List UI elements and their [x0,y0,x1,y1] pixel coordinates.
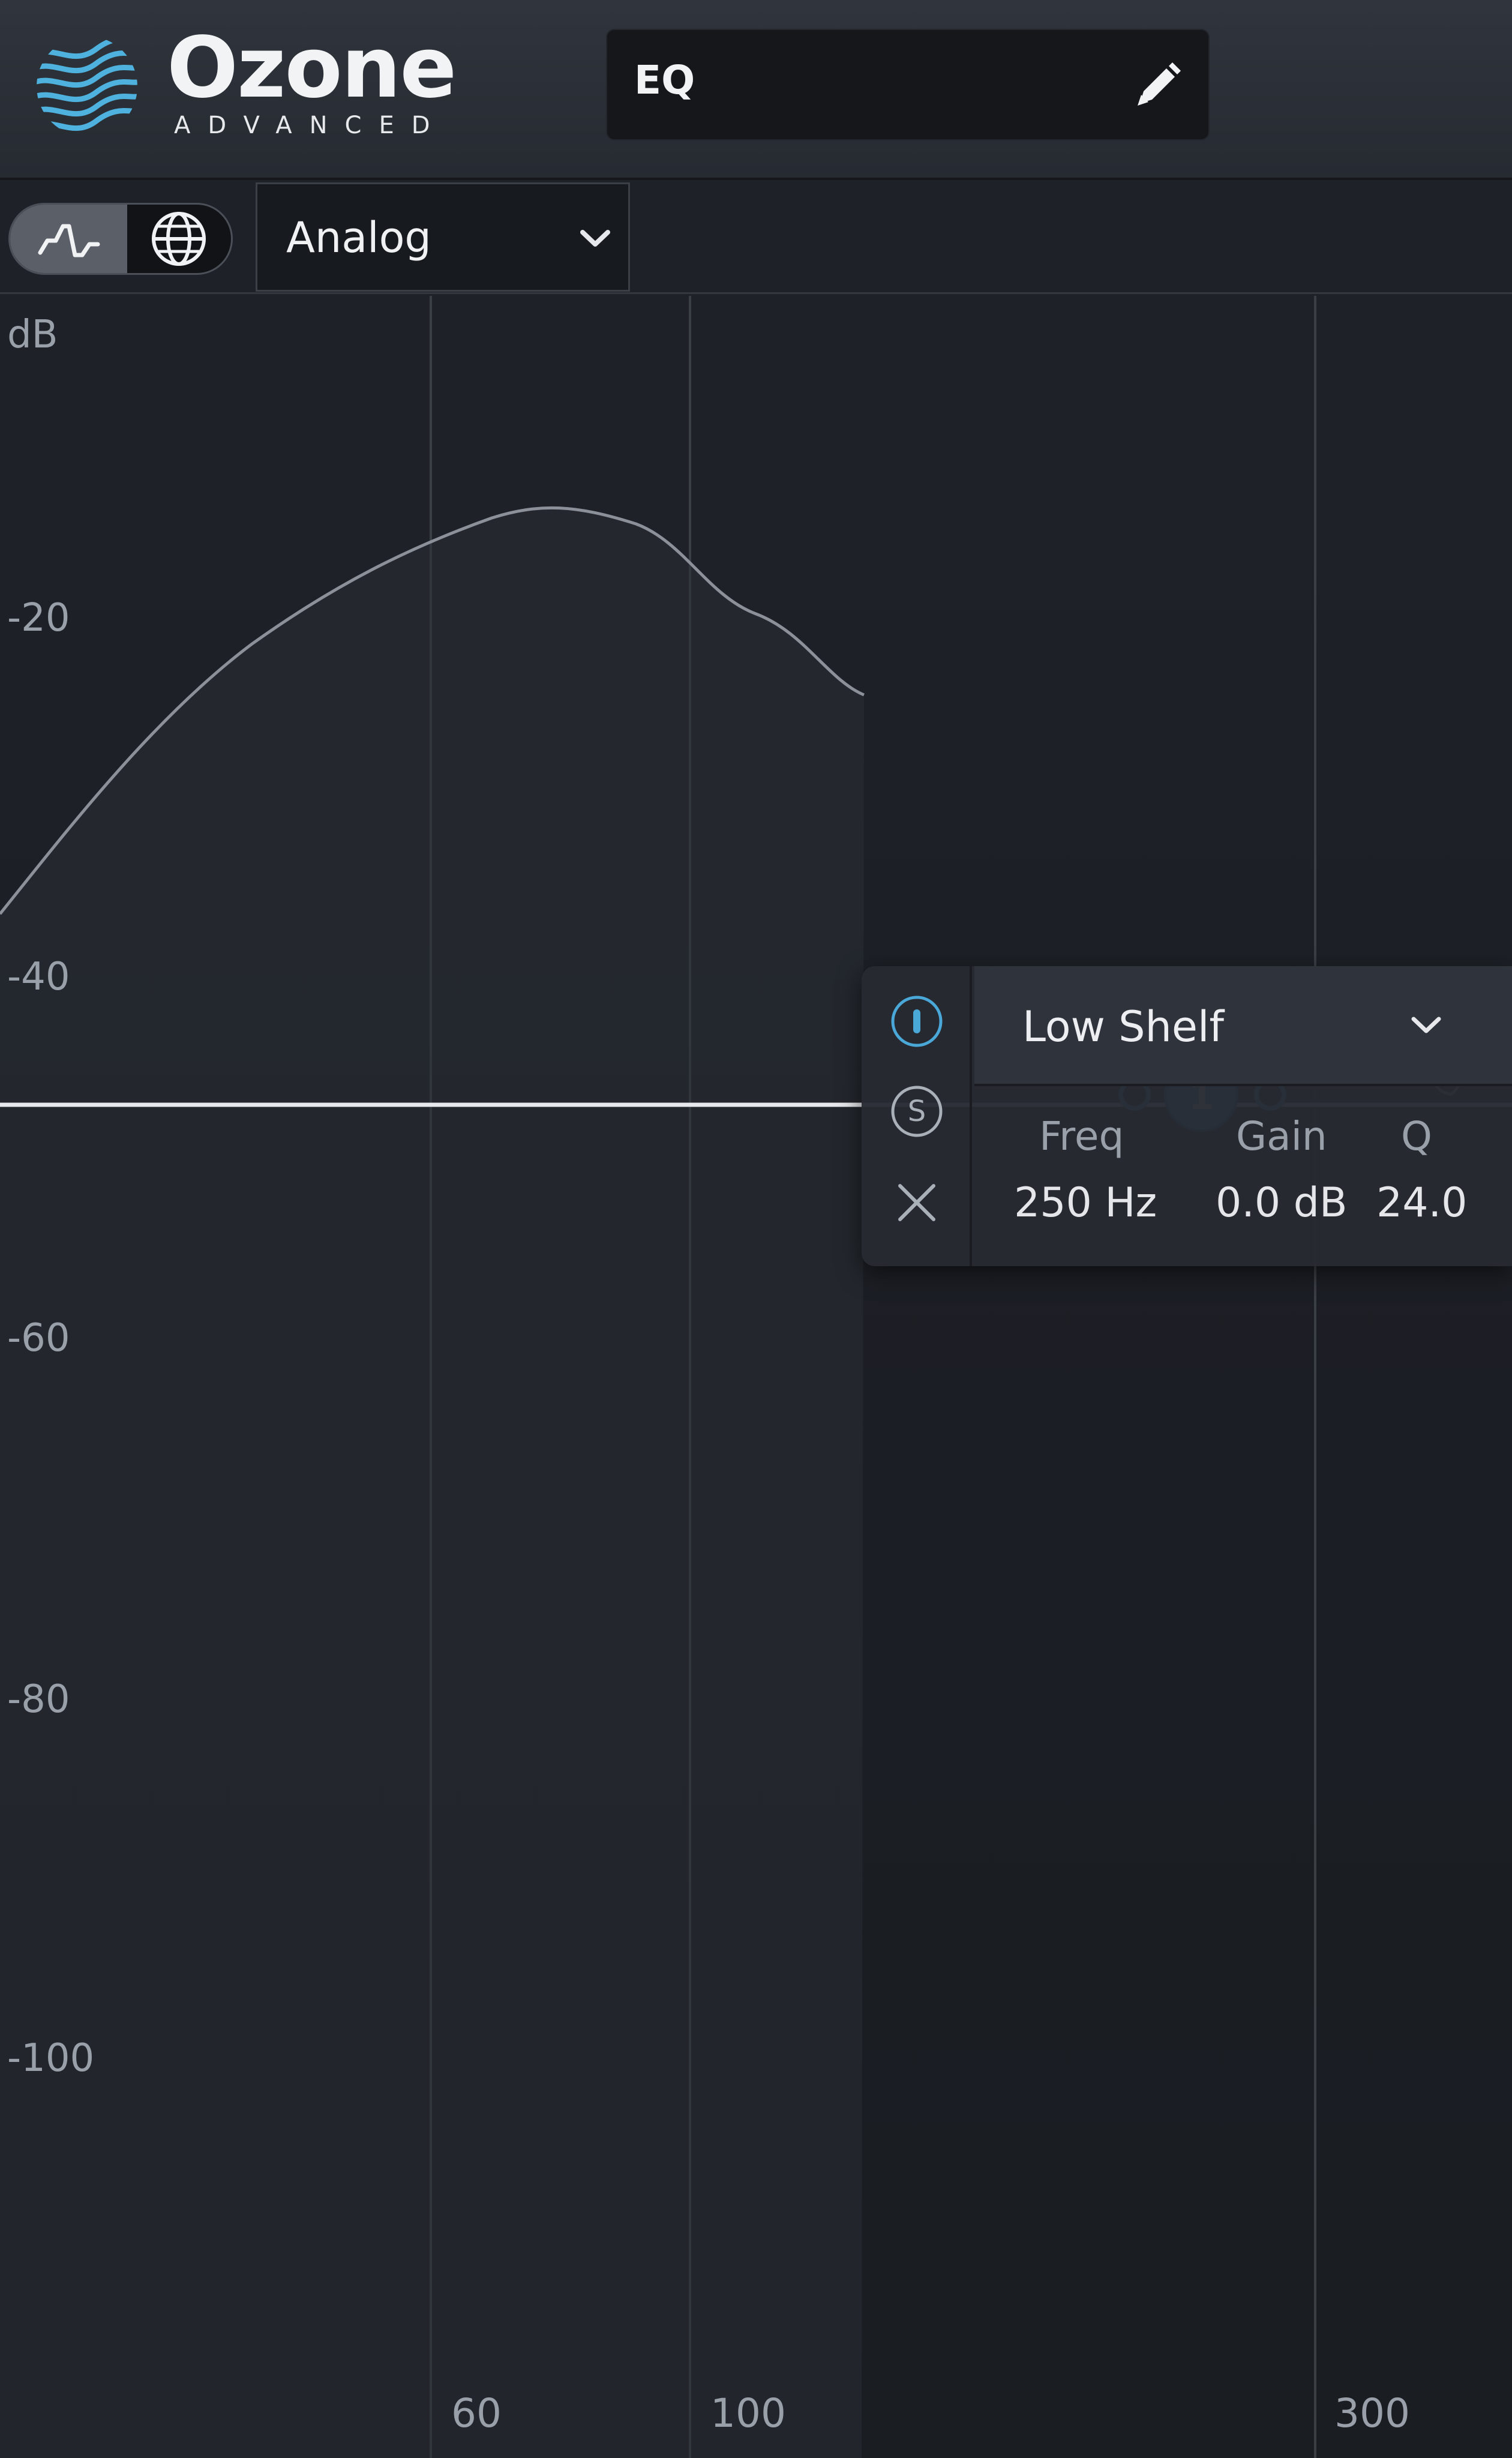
freq-tick-label: 300 [1334,2390,1410,2436]
curve-view-icon [38,224,100,257]
db-tick-label: -20 [7,596,70,640]
freq-tick-label: 60 [451,2390,502,2436]
ozone-wave-logo-icon [37,36,137,131]
close-icon[interactable] [889,1175,944,1230]
band-popup: S Low Shelf Freq 250 Hz Gain 0.0 dB Q 24… [862,966,1512,1266]
db-tick-label: -60 [7,1316,70,1360]
eq-graph-canvas[interactable] [0,296,1512,2458]
chevron-down-icon [580,230,610,247]
view-toggle [8,203,233,275]
filter-type-dropdown[interactable]: Low Shelf [974,966,1512,1086]
module-title: EQ [634,57,695,103]
db-axis-unit: dB [7,313,58,357]
freq-label: Freq [1039,1113,1124,1159]
q-label: Q [1401,1113,1432,1159]
pencil-icon[interactable] [1129,58,1186,114]
toolbar: Analog [0,180,1512,294]
solo-label: S [907,1095,926,1128]
db-tick-label: -40 [7,955,70,999]
db-tick-label: -100 [7,2036,95,2081]
band-popup-actions: S [862,966,972,1266]
freq-tick-label: 100 [710,2390,786,2436]
global-view-icon [152,212,206,266]
bypass-icon[interactable] [889,994,944,1049]
chevron-down-icon [1411,1017,1441,1033]
gain-value[interactable]: 0.0 dB [1216,1179,1348,1227]
curve-view-button[interactable] [10,205,127,273]
spectrum-fill [0,508,864,2458]
eq-mode-dropdown[interactable]: Analog [256,182,630,292]
header: Ozone ADVANCED EQ [0,0,1512,180]
db-tick-label: -80 [7,1677,70,1722]
solo-button[interactable]: S [889,1084,944,1139]
gain-label: Gain [1236,1113,1327,1159]
eq-mode-value: Analog [286,213,431,262]
app-edition-label: ADVANCED [174,112,448,139]
eq-graph[interactable]: dB -20 -40 -60 -80 -100 60 100 300 1 [0,296,1512,2458]
q-value[interactable]: 24.0 [1376,1179,1467,1227]
ozone-eq-window: Ozone ADVANCED EQ Analog dB -20 -40 -60 … [0,0,1512,2458]
filter-type-value: Low Shelf [1022,1002,1225,1051]
global-view-button[interactable] [127,205,231,273]
freq-value[interactable]: 250 Hz [1014,1179,1157,1227]
module-title-field[interactable]: EQ [606,29,1210,140]
app-logo-name: Ozone [167,19,457,117]
